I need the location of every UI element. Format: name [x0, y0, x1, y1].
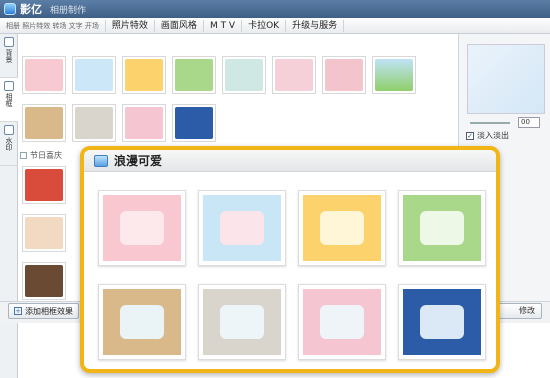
frame-artwork	[203, 289, 281, 355]
value-input[interactable]: 00	[518, 117, 540, 128]
frame-category-popup: 浪漫可爱	[80, 146, 500, 373]
photo-window	[420, 210, 464, 246]
tab-frame[interactable]: 相框	[0, 78, 18, 122]
fade-checkbox-label: 淡入淡出	[477, 131, 509, 140]
frame-thumbnail[interactable]	[22, 262, 66, 300]
tab-background-label: 背景	[5, 49, 13, 63]
add-icon: +	[14, 307, 22, 315]
picture-icon	[94, 154, 108, 167]
frame-thumbnail[interactable]	[22, 166, 66, 204]
frame-icon	[4, 81, 14, 91]
menu-bar: 相册 照片特效 转场 文字 开场 照片特效 画面风格 M T V 卡拉OK 升级…	[0, 18, 550, 34]
section-festival[interactable]: 节日喜庆	[20, 150, 62, 161]
frame-option-pink-hearts[interactable]	[98, 190, 186, 266]
frame-option-blue-ornament[interactable]	[398, 284, 486, 360]
frame-thumbnail[interactable]	[172, 56, 216, 94]
frame-thumbnail[interactable]	[22, 214, 66, 252]
section-festival-label: 节日喜庆	[30, 151, 62, 160]
frame-option-green-hearts[interactable]	[398, 190, 486, 266]
frame-artwork	[303, 195, 381, 261]
frame-artwork	[203, 195, 281, 261]
menu-item-album[interactable]: 相册 照片特效 转场 文字 开场	[0, 19, 106, 32]
collapse-icon	[20, 152, 27, 159]
frame-thumbnail[interactable]	[122, 56, 166, 94]
frame-thumbnail[interactable]	[322, 56, 366, 94]
frame-option-autumn-leaves[interactable]	[98, 284, 186, 360]
frame-thumbnail[interactable]	[122, 104, 166, 142]
tab-watermark-label: 水印	[5, 137, 13, 151]
frame-artwork	[103, 195, 181, 261]
photo-window	[120, 304, 164, 340]
fade-checkbox[interactable]: ✓	[466, 131, 474, 140]
add-frame-effect-label: 添加相框效果	[25, 306, 73, 316]
tab-watermark[interactable]: 水印	[0, 122, 18, 166]
frame-thumbnail[interactable]	[272, 56, 316, 94]
photo-window	[120, 210, 164, 246]
popup-header: 浪漫可爱	[84, 150, 496, 172]
photo-window	[320, 210, 364, 246]
side-tabs: 背景 相框 水印	[0, 34, 18, 378]
frame-thumbnail[interactable]	[22, 104, 66, 142]
tab-frame-label: 相框	[5, 93, 13, 107]
background-icon	[4, 37, 14, 47]
opacity-slider[interactable]	[470, 122, 510, 124]
popup-title: 浪漫可爱	[114, 154, 163, 168]
frame-thumbnail[interactable]	[172, 104, 216, 142]
app-logo-icon	[4, 3, 16, 15]
frame-thumbnail[interactable]	[22, 56, 66, 94]
app-subtitle: 相册制作	[50, 5, 87, 16]
frame-option-flowers-orange[interactable]	[298, 190, 386, 266]
frame-artwork	[303, 289, 381, 355]
fade-checkbox-row[interactable]: ✓ 淡入淡出	[466, 130, 509, 141]
photo-window	[420, 304, 464, 340]
photo-window	[220, 210, 264, 246]
frame-option-colorful-hearts[interactable]	[198, 190, 286, 266]
add-frame-effect-button[interactable]: + 添加相框效果	[8, 303, 79, 319]
menu-item-mtv[interactable]: M T V	[204, 19, 243, 32]
frame-thumbnail[interactable]	[72, 104, 116, 142]
tab-background[interactable]: 背景	[0, 34, 18, 78]
frame-option-tag-flower[interactable]	[198, 284, 286, 360]
frame-thumbnail[interactable]	[372, 56, 416, 94]
frame-artwork	[403, 195, 481, 261]
menu-item-upgrade[interactable]: 升级与服务	[286, 19, 345, 32]
frame-thumbnail[interactable]	[222, 56, 266, 94]
frame-artwork	[403, 289, 481, 355]
menu-item-photo-effects[interactable]: 照片特效	[106, 19, 155, 32]
watermark-icon	[4, 125, 14, 135]
frame-artwork	[103, 289, 181, 355]
menu-item-style[interactable]: 画面风格	[155, 19, 204, 32]
app-title: 影亿	[20, 3, 42, 16]
title-bar: 影亿 相册制作	[0, 0, 550, 18]
photo-window	[320, 304, 364, 340]
menu-item-karaoke[interactable]: 卡拉OK	[242, 19, 287, 32]
frame-preview	[467, 44, 545, 114]
frame-thumbnail[interactable]	[72, 56, 116, 94]
photo-window	[220, 304, 264, 340]
frame-option-sakura-butterfly[interactable]	[298, 284, 386, 360]
